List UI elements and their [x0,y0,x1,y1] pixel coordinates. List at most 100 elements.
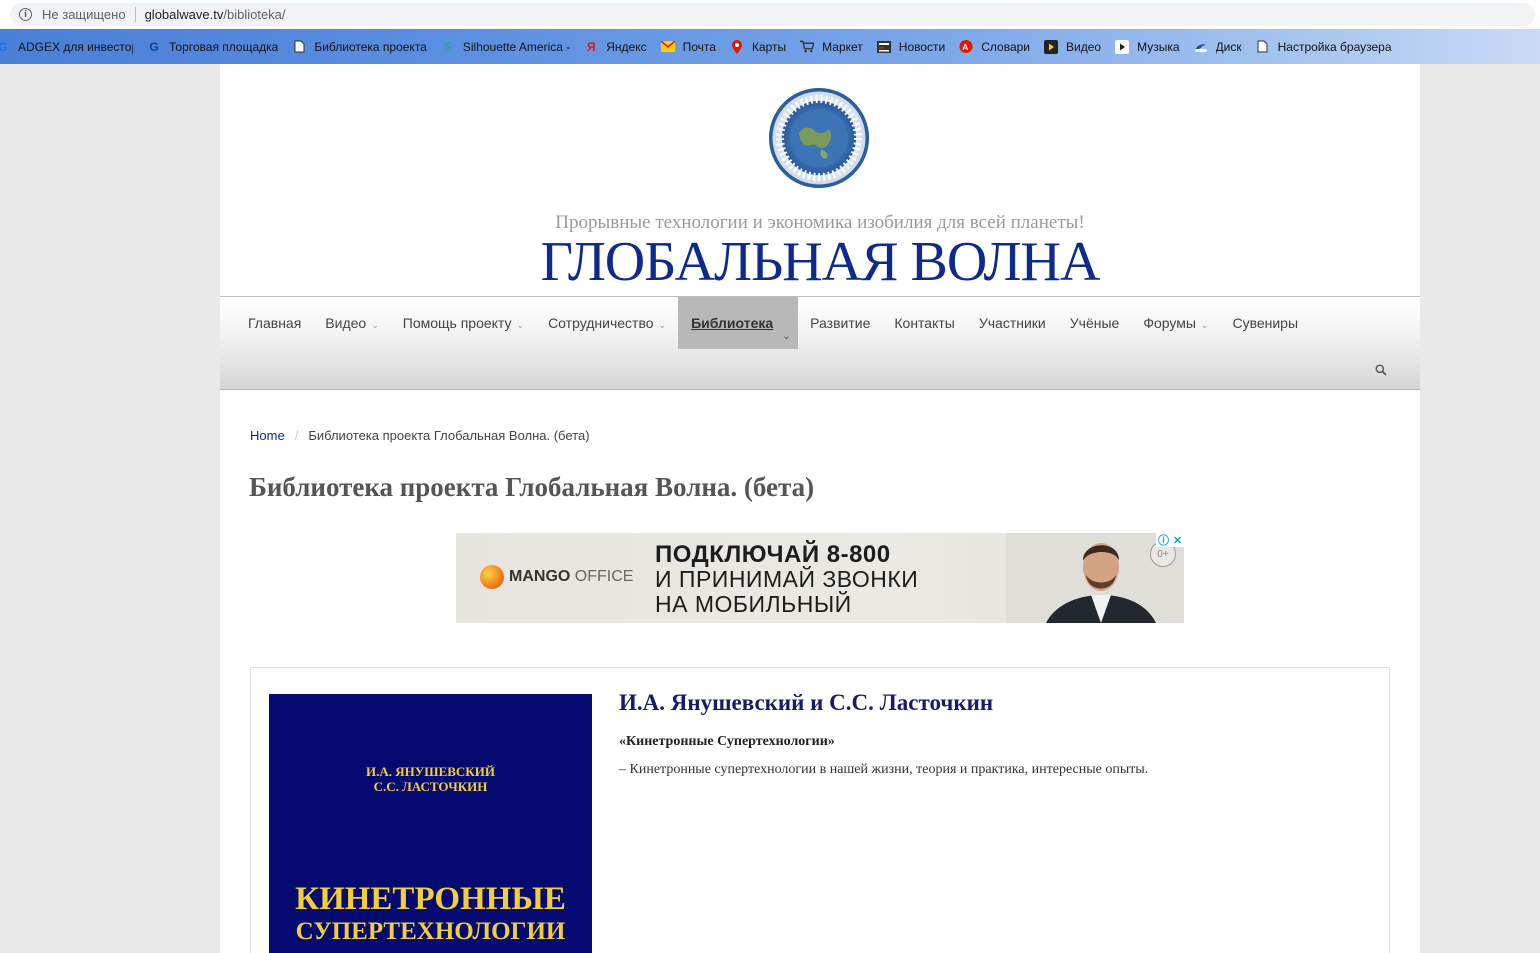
ad-subline: И ПРИНИМАЙ ЗВОНКИ [655,566,919,592]
bookmark-label: Торговая площадка [169,39,279,54]
music-icon [1115,39,1130,54]
bookmark-trading[interactable]: G Торговая площадка [147,40,278,54]
bookmark-maps[interactable]: Карты [730,39,787,54]
bookmark-label: Настройка браузера [1277,39,1392,54]
ad-brand: MANGO OFFICE [509,568,634,585]
cover-subtitle: СУПЕРТЕХНОЛОГИИ [295,918,566,945]
nav-item-home[interactable]: Главная [236,297,313,349]
bookmark-label: Маркет [822,39,863,54]
bookmark-news[interactable]: Новости [876,39,946,54]
nav-label: Участники [978,315,1046,331]
bookmark-label: Библиотека проекта [314,39,427,54]
nav-item-video[interactable]: Видео ⌄ [313,297,390,349]
site-logo[interactable] [769,88,869,188]
page-icon [1256,40,1270,54]
nav-item-forums[interactable]: Форумы ⌄ [1131,297,1220,349]
bookmark-label: Видео [1066,39,1102,54]
bookmark-mail[interactable]: Почта [660,40,716,54]
bookmark-dictionary[interactable]: A Словари [959,40,1030,54]
info-icon[interactable]: ⓘ [1158,533,1169,548]
url-path[interactable]: /biblioteka/ [223,7,285,22]
bookmark-yandex[interactable]: Я Яндекс [584,39,647,54]
nav-label: Сувениры [1232,315,1299,331]
omnibox-divider [134,7,136,22]
bookmark-disk[interactable]: Диск [1194,40,1242,54]
site-title[interactable]: ГЛОБАЛЬНАЯ ВОЛНА [220,230,1420,294]
breadcrumb: Home / Библиотека проекта Глобальная Вол… [250,428,590,443]
page-icon [292,40,306,54]
maps-icon [730,39,744,54]
breadcrumb-home-link[interactable]: Home [250,428,285,443]
nav-item-souvenirs[interactable]: Сувениры [1220,297,1310,349]
nav-label: Сотрудничество [548,315,654,331]
page-container: Прорывные технологии и экономика изобили… [220,64,1420,953]
book-name: «Кинетронные Супертехнологии» [619,734,835,749]
cart-icon [800,40,815,54]
bookmark-library[interactable]: Библиотека проекта [292,40,427,54]
bookmark-music[interactable]: Музыка [1115,39,1180,54]
chevron-down-icon: ⌄ [371,319,379,330]
book-authors-link[interactable]: И.А. Янушевский и С.С. Ласточкин [619,690,993,716]
nav-label: Контакты [894,315,955,331]
nav-item-scientists[interactable]: Учёные [1058,297,1132,349]
nav-item-library[interactable]: Библиотека ⌄ [678,297,799,349]
main-navigation: Главная Видео ⌄ Помощь проекту ⌄ Сотруднич… [220,296,1420,390]
chevron-down-icon: ⌄ [658,319,667,330]
search-icon[interactable] [1375,364,1387,376]
nav-item-cooperation[interactable]: Сотрудничество ⌄ [536,297,678,349]
bookmark-label: Яндекс [606,39,647,54]
breadcrumb-separator: / [294,428,299,443]
book-cover[interactable]: И.А. ЯНУШЕВСКИЙ С.С. ЛАСТОЧКИН КИНЕТРОНН… [269,694,592,953]
bookmark-label: Карты [751,39,787,54]
mail-icon [660,40,675,54]
nav-label: Помощь проекту [402,315,512,331]
disk-icon [1194,40,1208,54]
nav-item-help-project[interactable]: Помощь проекту ⌄ [391,297,536,349]
page-title: Библиотека проекта Глобальная Волна. (бе… [249,472,815,502]
g-icon: G [0,39,8,54]
close-icon[interactable]: ✕ [1173,534,1182,547]
nav-label: Библиотека [691,315,774,331]
nav-label: Видео [325,315,367,331]
bookmark-adgex[interactable]: G ADGEX для инвестор [0,40,133,54]
nav-label: Учёные [1069,315,1120,331]
bookmark-label: Диск [1215,39,1242,54]
bookmark-silhouette[interactable]: S Silhouette America - [441,40,570,54]
nav-label: Развитие [810,315,871,331]
omnibox[interactable]: i Не защищено globalwave.tv/biblioteka/ [10,3,1535,26]
ad-subline: НА МОБИЛЬНЫЙ [655,591,852,617]
info-icon[interactable]: i [19,8,32,21]
breadcrumb-current: Библиотека проекта Глобальная Волна. (бе… [308,428,590,443]
nav-item-participants[interactable]: Участники [967,297,1058,349]
ad-headline: ПОДКЛЮЧАЙ 8-800 [655,541,891,568]
bookmark-label: Silhouette America - [462,39,571,54]
book-card: И.А. ЯНУШЕВСКИЙ С.С. ЛАСТОЧКИН КИНЕТРОНН… [250,667,1390,953]
bookmarks-bar: G ADGEX для инвестор G Торговая площадка… [0,29,1540,64]
security-status[interactable]: Не защищено [42,7,126,22]
svg-text:A: A [963,42,969,52]
bookmark-browser-settings[interactable]: Настройка браузера [1256,40,1392,54]
book-description: – Кинетронные супертехнологии в нашей жи… [619,762,1149,777]
cover-title: КИНЕТРОННЫЕ [295,881,566,917]
ad-banner[interactable]: MANGO OFFICE ПОДКЛЮЧАЙ 8-800 И ПРИНИМАЙ … [456,533,1184,623]
bookmark-video[interactable]: Видео [1044,39,1102,54]
globe-logo-icon [769,88,869,188]
chevron-down-icon: ⌄ [782,331,791,341]
nav-item-development[interactable]: Развитие [798,297,882,349]
site-header: Прорывные технологии и экономика изобили… [220,64,1420,296]
silhouette-icon: S [443,39,452,54]
google-icon: G [149,39,159,54]
mango-logo-icon [480,565,504,589]
bookmark-label: Словари [981,39,1031,54]
chevron-down-icon: ⌄ [516,319,525,330]
yandex-icon: Я [586,39,596,54]
dictionary-icon: A [959,39,973,54]
ad-choices[interactable]: ⓘ ✕ [1156,533,1184,547]
bookmark-market[interactable]: Маркет [800,40,863,54]
bookmark-label: ADGEX для инвестор [18,39,133,54]
bookmark-label: Музыка [1137,39,1180,54]
cover-authors: И.А. ЯНУШЕВСКИЙ С.С. ЛАСТОЧКИН [366,764,495,794]
nav-item-contacts[interactable]: Контакты [882,297,966,349]
bookmark-label: Новости [898,39,946,54]
url-host[interactable]: globalwave.tv [145,7,224,22]
